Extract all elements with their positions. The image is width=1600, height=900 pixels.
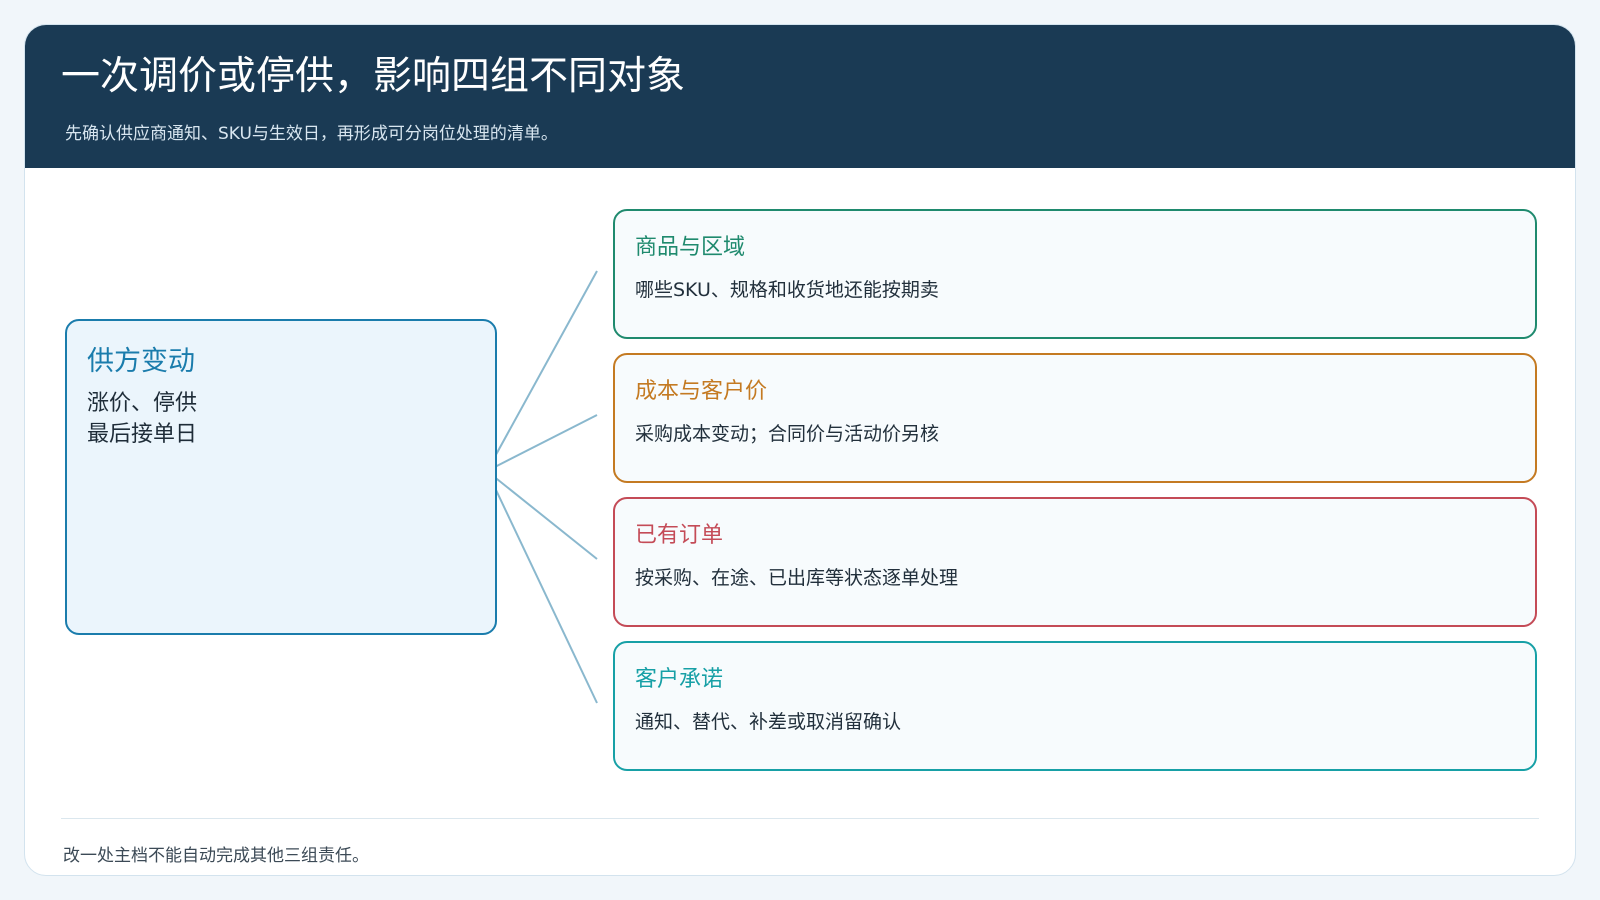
- target-desc: 通知、替代、补差或取消留确认: [635, 711, 902, 733]
- target-title: 客户承诺: [635, 667, 724, 692]
- target-node-commitments: 客户承诺 通知、替代、补差或取消留确认: [613, 641, 1537, 771]
- target-title: 已有订单: [635, 523, 724, 548]
- slide-card: 一次调价或停供，影响四组不同对象 先确认供应商通知、SKU与生效日，再形成可分岗…: [24, 24, 1576, 876]
- source-line-2: 最后接单日: [87, 422, 198, 447]
- target-desc: 采购成本变动；合同价与活动价另核: [635, 423, 940, 445]
- target-title: 成本与客户价: [635, 379, 768, 404]
- source-line-1: 涨价、停供: [87, 391, 198, 416]
- connector-line-1: [486, 270, 598, 472]
- target-node-products: 商品与区域 哪些SKU、规格和收货地还能按期卖: [613, 209, 1537, 339]
- connector-line-4: [486, 470, 598, 704]
- connector-line-3: [486, 470, 598, 560]
- target-node-orders: 已有订单 按采购、在途、已出库等状态逐单处理: [613, 497, 1537, 627]
- footnote: 改一处主档不能自动完成其他三组责任。: [63, 846, 369, 866]
- target-desc: 哪些SKU、规格和收货地还能按期卖: [635, 279, 939, 301]
- target-title: 商品与区域: [635, 235, 746, 260]
- source-title: 供方变动: [87, 346, 195, 377]
- source-node: 供方变动 涨价、停供 最后接单日: [65, 319, 497, 635]
- target-desc: 按采购、在途、已出库等状态逐单处理: [635, 567, 959, 589]
- target-node-cost: 成本与客户价 采购成本变动；合同价与活动价另核: [613, 353, 1537, 483]
- footer-divider: [61, 818, 1539, 819]
